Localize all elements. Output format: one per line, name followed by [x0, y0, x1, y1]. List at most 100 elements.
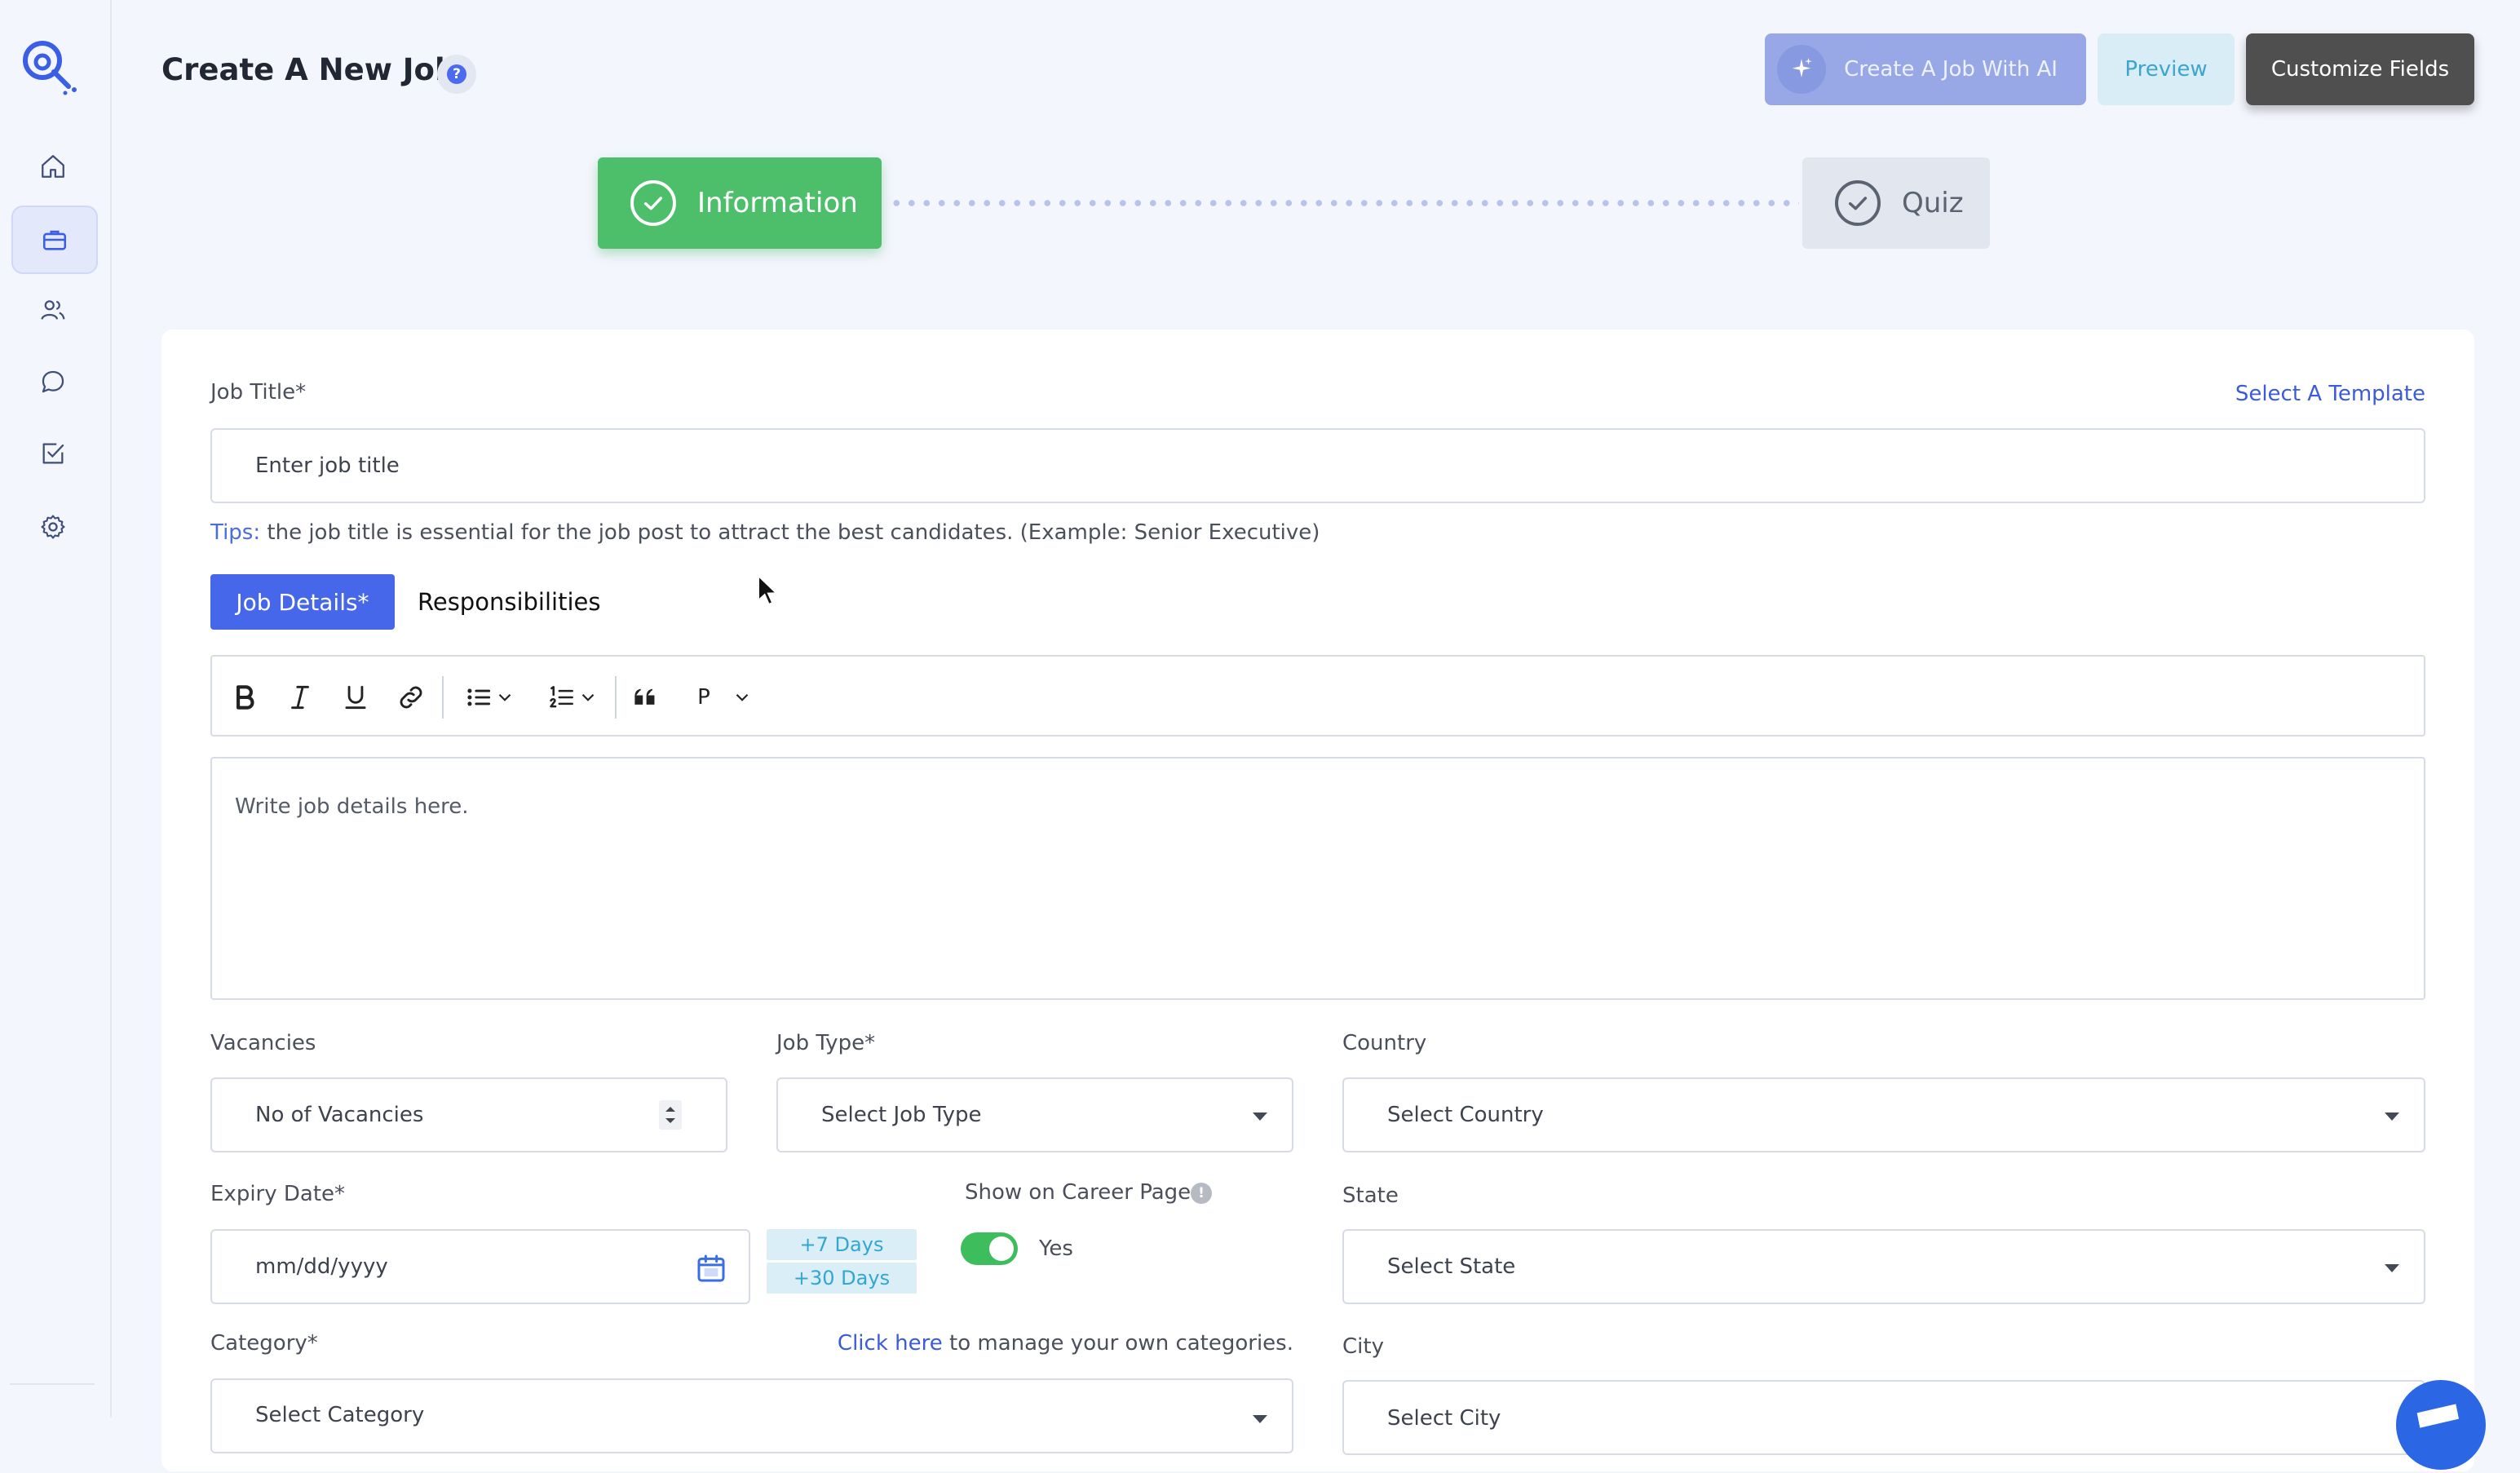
- page-title: Create A New Job: [161, 52, 457, 87]
- info-icon[interactable]: !: [1191, 1183, 1212, 1204]
- chevron-down-icon: [736, 693, 749, 701]
- customize-fields-button[interactable]: Customize Fields: [2246, 33, 2474, 105]
- job-title-input[interactable]: Enter job title: [210, 428, 2425, 503]
- number-stepper[interactable]: [659, 1100, 682, 1130]
- sidebar-divider: [10, 1383, 95, 1385]
- career-page-toggle[interactable]: [961, 1232, 1018, 1265]
- caret-down-icon: [2385, 1264, 2399, 1272]
- link-icon: [400, 686, 422, 709]
- create-job-with-ai-button[interactable]: Create A Job With AI: [1765, 33, 2086, 105]
- caret-down-icon: [2385, 1112, 2399, 1121]
- vacancies-placeholder: No of Vacancies: [255, 1103, 424, 1127]
- country-label: Country: [1342, 1031, 1427, 1055]
- manage-categories-link[interactable]: Click here: [838, 1331, 943, 1356]
- sparkle-icon: [1777, 45, 1827, 94]
- editor-toolbar: P: [210, 655, 2425, 736]
- country-select[interactable]: Select Country: [1342, 1077, 2425, 1152]
- bold-button[interactable]: [228, 679, 261, 715]
- country-value: Select Country: [1387, 1103, 1544, 1127]
- toolbar-divider: [615, 676, 617, 719]
- state-value: Select State: [1387, 1254, 1516, 1279]
- category-value: Select Category: [255, 1403, 425, 1427]
- job-details-editor[interactable]: Write job details here.: [210, 757, 2425, 1000]
- app-logo[interactable]: [18, 36, 83, 98]
- job-type-select[interactable]: Select Job Type: [776, 1077, 1293, 1152]
- checkbox-icon: [42, 443, 64, 464]
- briefcase-icon: [42, 230, 67, 250]
- link-button[interactable]: [395, 679, 427, 715]
- home-icon: [42, 155, 64, 178]
- sidebar-item-settings[interactable]: [11, 494, 95, 560]
- career-page-value: Yes: [1039, 1236, 1073, 1261]
- job-type-label: Job Type*: [776, 1031, 876, 1055]
- category-help: Click here to manage your own categories…: [838, 1331, 1293, 1356]
- step-quiz[interactable]: Quiz: [1802, 157, 1990, 249]
- italic-icon: [291, 685, 309, 710]
- tips-body: the job title is essential for the job p…: [260, 520, 1320, 545]
- sidebar-item-candidates[interactable]: [11, 277, 95, 343]
- add-30-days-button[interactable]: +30 Days: [767, 1263, 917, 1294]
- calendar-icon[interactable]: [695, 1252, 727, 1285]
- paragraph-style-dropdown[interactable]: P: [688, 679, 762, 715]
- select-template-link[interactable]: Select A Template: [2235, 382, 2425, 406]
- check-circle-icon: [630, 180, 676, 226]
- add-7-days-button[interactable]: +7 Days: [767, 1229, 917, 1260]
- stepper-connector: [889, 200, 1799, 206]
- caret-down-icon: [1253, 1415, 1267, 1423]
- city-value: Select City: [1387, 1406, 1501, 1431]
- state-label: State: [1342, 1183, 1399, 1208]
- expiry-date-input[interactable]: mm/dd/yyyy: [210, 1229, 750, 1304]
- preview-button[interactable]: Preview: [2098, 33, 2235, 105]
- sidebar-item-tasks[interactable]: [11, 421, 95, 486]
- users-icon: [41, 300, 65, 320]
- sidebar: [0, 0, 112, 1418]
- chat-bubble-icon: [2416, 1404, 2459, 1428]
- toolbar-divider: [442, 676, 444, 719]
- sidebar-item-home[interactable]: [11, 134, 95, 199]
- caret-down-icon: [1253, 1112, 1267, 1121]
- sidebar-item-messages[interactable]: [11, 349, 95, 414]
- tips-prefix: Tips:: [210, 520, 261, 545]
- chevron-down-icon: [581, 693, 595, 701]
- help-icon[interactable]: ?: [437, 55, 476, 94]
- tab-responsibilities[interactable]: Responsibilities: [418, 574, 600, 630]
- tips-text: Tips: the job title is essential for the…: [210, 520, 1320, 545]
- blockquote-button[interactable]: [630, 679, 662, 715]
- underline-icon: [345, 685, 366, 710]
- vacancies-input[interactable]: No of Vacancies: [210, 1077, 727, 1152]
- italic-button[interactable]: [284, 679, 316, 715]
- ai-button-label: Create A Job With AI: [1844, 57, 2058, 82]
- mouse-cursor: [757, 573, 780, 607]
- gear-icon: [41, 515, 65, 539]
- bold-icon: [237, 685, 254, 710]
- job-title-label: Job Title*: [210, 380, 307, 405]
- category-help-text: to manage your own categories.: [942, 1331, 1293, 1356]
- check-circle-icon: [1835, 180, 1881, 226]
- step-quiz-label: Quiz: [1902, 187, 1964, 219]
- expiry-date-placeholder: mm/dd/yyyy: [255, 1254, 388, 1279]
- expiry-date-label: Expiry Date*: [210, 1182, 346, 1206]
- step-information[interactable]: Information: [598, 157, 882, 249]
- tab-job-details[interactable]: Job Details*: [210, 574, 395, 630]
- category-select[interactable]: Select Category: [210, 1378, 1293, 1453]
- chevron-down-icon: [498, 693, 511, 701]
- ordered-list-icon: [550, 686, 573, 708]
- city-select[interactable]: Select City: [1342, 1380, 2425, 1455]
- vacancies-label: Vacancies: [210, 1031, 316, 1055]
- paragraph-style-value: P: [697, 685, 710, 710]
- underline-button[interactable]: [339, 679, 372, 715]
- sidebar-item-jobs[interactable]: [11, 206, 98, 274]
- career-page-label: Show on Career Page: [965, 1180, 1191, 1205]
- city-label: City: [1342, 1334, 1384, 1359]
- category-label: Category*: [210, 1331, 318, 1356]
- bullet-list-icon: [467, 688, 491, 706]
- state-select[interactable]: Select State: [1342, 1229, 2425, 1304]
- chat-icon: [42, 370, 64, 393]
- bullet-list-button[interactable]: [455, 679, 524, 715]
- toggle-knob: [989, 1236, 1014, 1261]
- ordered-list-button[interactable]: [538, 679, 607, 715]
- quote-icon: [634, 688, 655, 705]
- job-type-value: Select Job Type: [821, 1103, 982, 1127]
- help-icon-glyph: ?: [447, 64, 466, 84]
- chat-widget-button[interactable]: [2396, 1380, 2486, 1470]
